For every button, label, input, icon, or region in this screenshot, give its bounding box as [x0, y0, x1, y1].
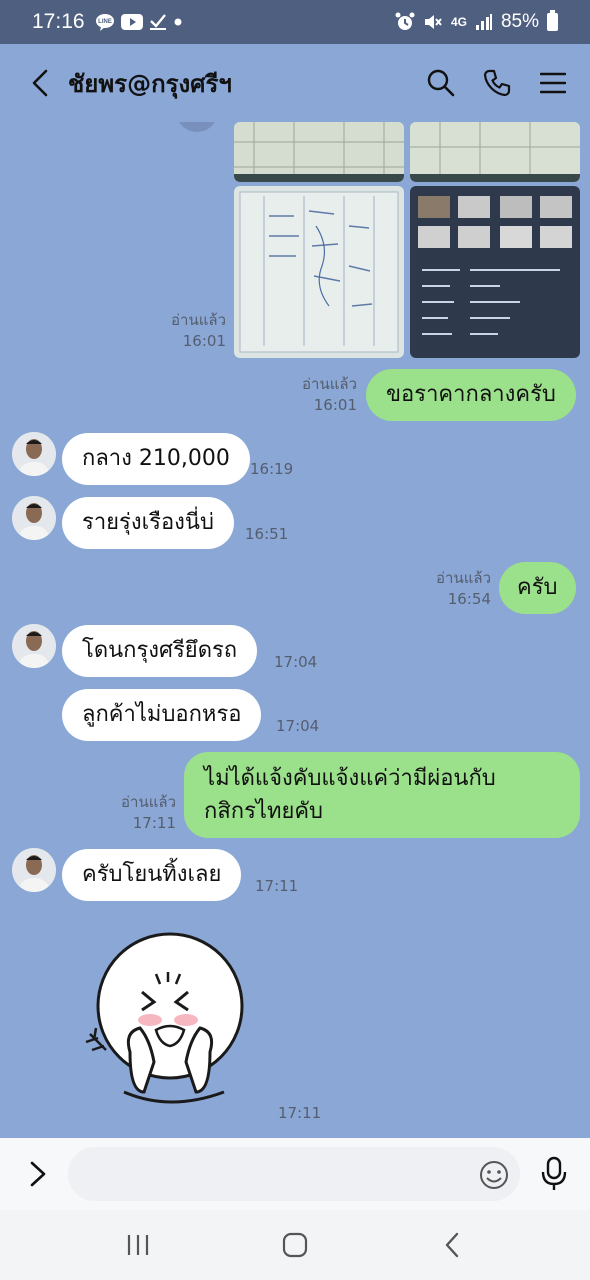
battery-percent: 85%	[500, 11, 539, 32]
line-icon: LINE	[95, 14, 114, 31]
network-type: 4G	[450, 15, 467, 29]
photo-thumbnail[interactable]	[234, 186, 404, 358]
avatar[interactable]	[12, 624, 56, 668]
message-time: 17:11	[255, 877, 299, 895]
input-bar	[0, 1138, 590, 1210]
sticker-message[interactable]	[84, 922, 260, 1112]
photo-message[interactable]	[234, 122, 580, 358]
chevron-right-icon	[30, 1161, 46, 1187]
home-button[interactable]	[275, 1225, 315, 1265]
incoming-message[interactable]: โดนกรุงศรียึดรถ	[62, 625, 258, 677]
youtube-icon	[120, 14, 143, 30]
navigation-bar	[0, 1210, 590, 1280]
read-label: อ่านแล้ว	[171, 311, 226, 329]
back-icon	[32, 69, 48, 97]
message-time: 16:54	[447, 590, 491, 608]
emoji-icon	[480, 1161, 508, 1189]
status-bar: 17:16 LINE 4G 85%	[0, 0, 590, 44]
avatar-photo-icon	[12, 496, 56, 540]
message-time: 17:11	[278, 1104, 322, 1122]
svg-text:LINE: LINE	[98, 19, 112, 25]
recent-apps-icon	[128, 1235, 149, 1255]
message-line: ไม่ได้แจ้งคับแจ้งแค่ว่ามีผ่อนกับ	[204, 766, 496, 791]
signal-icon	[475, 14, 492, 30]
outgoing-message[interactable]: ขอราคากลางครับ	[366, 369, 576, 421]
message-time: 16:01	[182, 332, 226, 350]
read-label: อ่านแล้ว	[436, 569, 491, 587]
back-nav-icon	[445, 1232, 458, 1258]
search-button[interactable]	[426, 68, 456, 98]
menu-button[interactable]	[538, 68, 568, 98]
menu-icon	[540, 72, 566, 94]
status-time: 17:16	[32, 10, 85, 33]
incoming-message[interactable]: ลูกค้าไม่บอกหรอ	[62, 689, 262, 741]
registration-document-icon	[234, 186, 404, 358]
document-photo-icon	[410, 122, 580, 182]
photo-thumbnail[interactable]	[410, 122, 580, 182]
search-icon	[427, 69, 455, 97]
avatar-photo-icon	[12, 432, 56, 476]
message-time: 17:11	[132, 814, 176, 832]
microphone-icon	[541, 1156, 567, 1190]
emoji-button[interactable]	[478, 1159, 510, 1191]
avatar[interactable]	[12, 432, 56, 476]
message-time: 16:19	[250, 460, 294, 478]
voice-button[interactable]	[536, 1154, 572, 1194]
read-status: อ่านแล้ว 17:11	[100, 792, 176, 834]
chat-title: ชัยพร@กรุงศรีฯ	[68, 69, 232, 98]
read-status: อ่านแล้ว 16:01	[150, 310, 226, 352]
message-input[interactable]	[68, 1147, 520, 1201]
outgoing-message[interactable]: ไม่ได้แจ้งคับแจ้งแค่ว่ามีผ่อนกับ กสิกรไท…	[184, 752, 580, 838]
dot-icon	[174, 18, 182, 26]
avatar-photo-icon	[12, 624, 56, 668]
message-time: 17:04	[274, 653, 318, 671]
back-button[interactable]	[22, 63, 58, 103]
battery-icon	[547, 10, 558, 31]
chat-header: ชัยพร@กรุงศรีฯ	[0, 44, 590, 122]
read-label: อ่านแล้ว	[121, 793, 176, 811]
vehicle-listing-icon	[410, 186, 580, 358]
phone-icon	[483, 69, 511, 97]
read-label: อ่านแล้ว	[302, 375, 357, 393]
read-status: อ่านแล้ว 16:01	[280, 374, 357, 416]
message-time: 16:01	[313, 396, 357, 414]
photo-thumbnail[interactable]	[410, 186, 580, 358]
incoming-message[interactable]: ครับโยนทิ้งเลย	[62, 849, 242, 901]
recent-apps-button[interactable]	[118, 1225, 158, 1265]
message-list[interactable]: อ่านแล้ว 16:01 อ่านแล้ว 16:01 ขอราคากลาง…	[0, 122, 590, 1138]
expand-button[interactable]	[18, 1154, 58, 1194]
message-time: 16:51	[245, 525, 289, 543]
laughing-face-sticker	[85, 932, 244, 1104]
incoming-message[interactable]: กลาง 210,000	[62, 433, 250, 485]
scroll-indicator	[176, 122, 218, 132]
back-nav-button[interactable]	[432, 1225, 472, 1265]
outgoing-message[interactable]: ครับ	[499, 562, 576, 614]
call-button[interactable]	[482, 68, 512, 98]
incoming-message[interactable]: รายรุ่งเรืองนี่บ่	[62, 497, 234, 549]
avatar[interactable]	[12, 496, 56, 540]
home-icon	[282, 1232, 308, 1258]
photo-thumbnail[interactable]	[234, 122, 404, 182]
message-time: 17:04	[276, 717, 320, 735]
checkmark-icon	[149, 14, 166, 30]
avatar-photo-icon	[12, 848, 56, 892]
alarm-icon	[395, 12, 415, 30]
document-photo-icon	[234, 122, 404, 182]
mute-icon	[424, 15, 442, 29]
message-line: กสิกรไทยคับ	[204, 799, 324, 824]
read-status: อ่านแล้ว 16:54	[412, 568, 491, 610]
avatar[interactable]	[12, 848, 56, 892]
